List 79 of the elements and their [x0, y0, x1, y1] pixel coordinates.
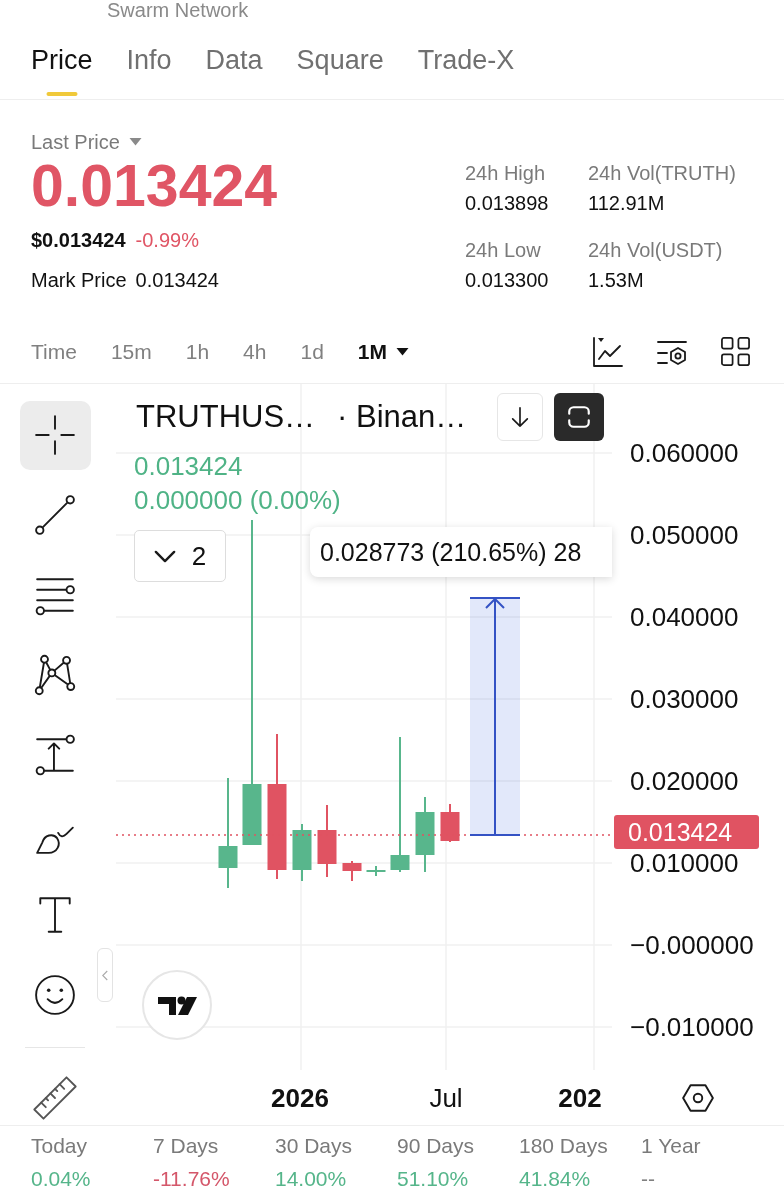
stat-value: 112.91M — [588, 191, 666, 215]
stat-label: 24h Vol(TRUTH) — [588, 161, 736, 185]
last-price-dropdown[interactable]: Last Price — [31, 130, 142, 154]
period-change: 41.84% — [519, 1167, 592, 1191]
chevron-left-icon — [102, 969, 108, 981]
interval-tab[interactable]: 1d — [300, 338, 324, 365]
period-label: 90 Days — [397, 1134, 476, 1158]
period-label: 180 Days — [519, 1134, 609, 1158]
tab[interactable]: Price — [31, 20, 93, 99]
period-change: -- — [641, 1167, 656, 1191]
period-change: -11.76% — [153, 1167, 231, 1191]
drawing-tool-button[interactable] — [19, 400, 91, 470]
fullscreen-icon — [566, 404, 592, 430]
candle — [342, 860, 362, 882]
time-axis-label: 2026 — [271, 1084, 329, 1112]
price-range-measure[interactable] — [469, 597, 521, 836]
price-axis-label: −0.010000 — [630, 1014, 754, 1040]
price-axis-label: 0.040000 — [630, 604, 739, 630]
price-axis-label: 0.050000 — [630, 522, 739, 548]
price-axis-label: 0.060000 — [630, 440, 739, 466]
crosshair-icon — [34, 414, 76, 456]
stat-value: 1.53M — [588, 268, 645, 292]
price-axis-label: 0.010000 — [630, 850, 739, 876]
trend-line-icon — [34, 494, 76, 536]
ruler-icon[interactable] — [32, 1075, 78, 1121]
collapse-panel-handle[interactable] — [97, 948, 113, 1002]
scroll-down-button[interactable] — [497, 393, 543, 441]
price-axis-label: −0.000000 — [630, 932, 754, 958]
price-axis-label: 0.030000 — [630, 686, 739, 712]
stat-label: 24h High — [465, 161, 547, 185]
period-label: 1 Year — [641, 1134, 702, 1158]
indicators-toggle-button[interactable]: 2 — [134, 530, 226, 582]
last-price-value: 0.013424 — [31, 157, 278, 215]
period-label: 30 Days — [275, 1134, 354, 1158]
interval-tab[interactable]: 4h — [243, 338, 267, 365]
tab[interactable]: Square — [296, 20, 384, 99]
legend-change: 0.000000 (0.00%) — [134, 484, 341, 517]
legend-price: 0.013424 — [134, 450, 243, 483]
time-axis-label: Jul — [429, 1084, 463, 1112]
grid-icon[interactable] — [720, 336, 751, 367]
candle — [292, 823, 312, 882]
tab[interactable]: Trade-X — [417, 20, 515, 99]
period-change: 0.04% — [31, 1167, 92, 1191]
measure-tooltip: 0.028773 (210.65%) 28 — [310, 527, 612, 577]
price-range-icon — [34, 734, 76, 776]
page-subtitle: Swarm Network — [107, 0, 249, 20]
period-label: Today — [31, 1134, 89, 1158]
interval-tab[interactable]: 1h — [185, 338, 210, 365]
chart-exchange: · Binan… — [337, 399, 467, 435]
caret-down-icon — [128, 138, 142, 146]
pattern-icon — [34, 654, 76, 696]
period-change: 51.10% — [397, 1167, 470, 1191]
stat-label: 24h Low — [465, 238, 542, 262]
price-change: -0.99% — [135, 228, 199, 252]
candle — [440, 803, 460, 843]
mark-price-label: Mark Price — [31, 268, 127, 292]
tab[interactable]: Info — [126, 20, 172, 99]
caret-down-icon — [396, 347, 409, 356]
smiley-icon — [34, 974, 76, 1016]
tab[interactable]: Data — [205, 20, 263, 99]
period-label: 7 Days — [153, 1134, 220, 1158]
period-change: 14.00% — [275, 1167, 348, 1191]
stat-label: 24h Vol(USDT) — [588, 238, 724, 262]
stat-value: 0.013898 — [465, 191, 550, 215]
candle — [366, 865, 386, 877]
line-chart-icon[interactable] — [592, 335, 624, 368]
chevron-down-icon — [153, 549, 176, 563]
stat-value: 0.013300 — [465, 268, 550, 292]
usd-price: $0.013424 — [31, 228, 126, 252]
mark-price-value: 0.013424 — [135, 268, 219, 292]
fullscreen-button[interactable] — [554, 393, 604, 441]
interval-tab[interactable]: 15m — [110, 338, 152, 365]
down-arrow-icon — [509, 406, 531, 428]
time-axis-label: 202 — [558, 1084, 602, 1112]
current-price-label: 0.013424 — [614, 815, 759, 849]
chart-symbol: TRUTHUS… — [136, 399, 316, 435]
interval-tab[interactable]: Time — [31, 338, 77, 365]
interval-tab[interactable]: 1M — [357, 338, 409, 365]
price-axis-label: 0.020000 — [630, 768, 739, 794]
